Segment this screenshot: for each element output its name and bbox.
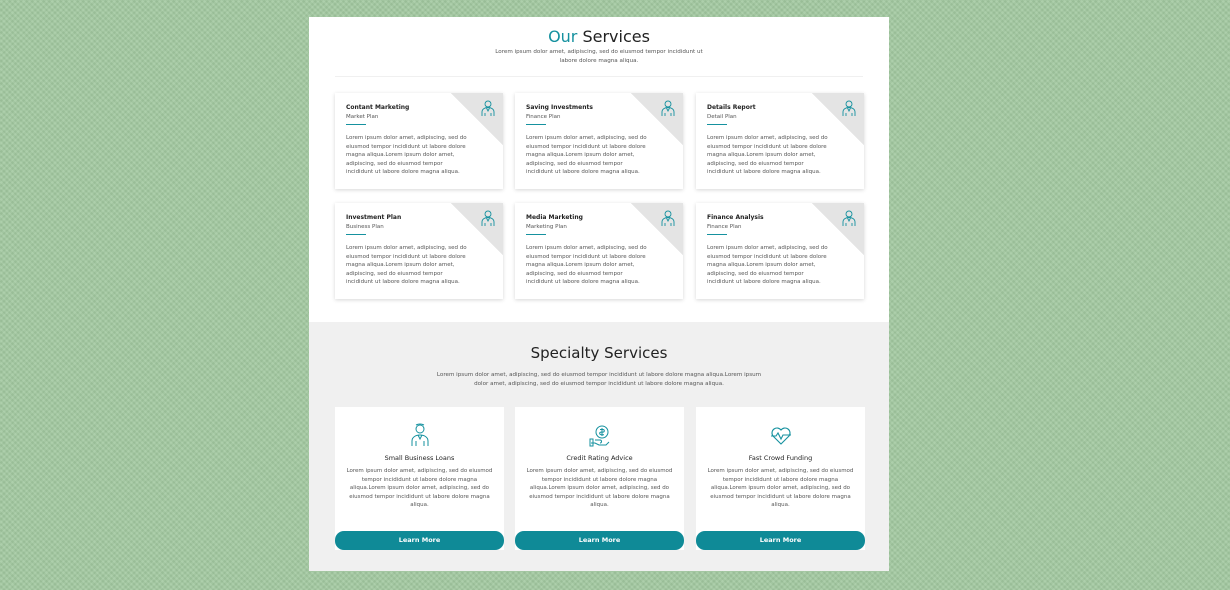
section-divider <box>335 76 863 77</box>
specialty-services-title: Specialty Services <box>530 344 668 362</box>
specialty-card-text: Lorem ipsum dolor amet, adipiscing, sed … <box>707 468 854 509</box>
specialty-card-title: Small Business Loans <box>384 454 455 462</box>
card-accent-line <box>346 234 366 235</box>
specialty-card-text: Lorem ipsum dolor amet, adipiscing, sed … <box>346 468 493 509</box>
card-subtitle: Detail Plan <box>707 114 737 120</box>
description-line-1: Lorem ipsum dolor amet, adipiscing, sed … <box>495 49 703 55</box>
card-text: Lorem ipsum dolor amet, adipiscing, sed … <box>526 245 647 286</box>
card-title: Contant Marketing <box>346 104 410 111</box>
learn-more-button[interactable]: Learn More <box>515 531 684 550</box>
card-accent-line <box>707 234 727 235</box>
specialty-card-text: Lorem ipsum dolor amet, adipiscing, sed … <box>526 468 673 509</box>
card-accent-line <box>346 124 366 125</box>
description-line-2: dolor amet, adipiscing, sed do eiusmod t… <box>474 381 724 387</box>
card-subtitle: Finance Plan <box>526 114 561 120</box>
card-title: Investment Plan <box>346 214 402 221</box>
specialty-services-section: Specialty Services Lorem ipsum dolor ame… <box>309 322 889 571</box>
service-card-finance-analysis[interactable]: Finance Analysis Finance Plan Lorem ipsu… <box>696 203 864 299</box>
card-title: Saving Investments <box>526 104 593 111</box>
service-card-saving-investments[interactable]: Saving Investments Finance Plan Lorem ip… <box>515 93 683 189</box>
title-rest: Services <box>577 27 650 46</box>
service-card-contant-marketing[interactable]: Contant Marketing Market Plan Lorem ipsu… <box>335 93 503 189</box>
service-card-media-marketing[interactable]: Media Marketing Marketing Plan Lorem ips… <box>515 203 683 299</box>
card-accent-line <box>707 124 727 125</box>
card-title: Details Report <box>707 104 756 111</box>
card-subtitle: Business Plan <box>346 224 384 230</box>
card-title: Finance Analysis <box>707 214 764 221</box>
doctor-icon <box>842 100 856 116</box>
service-card-investment-plan[interactable]: Investment Plan Business Plan Lorem ipsu… <box>335 203 503 299</box>
description-line-2: labore dolore magna aliqua. <box>559 58 639 64</box>
our-services-title: Our Services <box>309 27 889 46</box>
specialty-card-title: Fast Crowd Funding <box>748 454 813 462</box>
card-text: Lorem ipsum dolor amet, adipiscing, sed … <box>346 135 467 176</box>
card-text: Lorem ipsum dolor amet, adipiscing, sed … <box>707 135 828 176</box>
card-text: Lorem ipsum dolor amet, adipiscing, sed … <box>707 245 828 286</box>
card-accent-line <box>526 124 546 125</box>
specialty-card-credit-rating-advice: Credit Rating Advice Lorem ipsum dolor a… <box>515 407 684 550</box>
service-card-details-report[interactable]: Details Report Detail Plan Lorem ipsum d… <box>696 93 864 189</box>
page-container: Our Services Lorem ipsum dolor amet, adi… <box>309 17 889 571</box>
title-accent-word: Our <box>548 27 578 46</box>
our-services-section: Our Services Lorem ipsum dolor amet, adi… <box>309 17 889 322</box>
specialty-card-fast-crowd-funding: Fast Crowd Funding Lorem ipsum dolor ame… <box>696 407 865 550</box>
doctor-icon <box>661 210 675 226</box>
doctor-icon <box>661 100 675 116</box>
card-accent-line <box>526 234 546 235</box>
our-services-description: Lorem ipsum dolor amet, adipiscing, sed … <box>449 48 749 66</box>
description-line-1: Lorem ipsum dolor amet, adipiscing, sed … <box>436 372 762 378</box>
doctor-icon <box>411 423 429 446</box>
specialty-card-small-business-loans: Small Business Loans Lorem ipsum dolor a… <box>335 407 504 550</box>
learn-more-button[interactable]: Learn More <box>335 531 504 550</box>
coin-hand-icon <box>589 425 610 447</box>
card-text: Lorem ipsum dolor amet, adipiscing, sed … <box>526 135 647 176</box>
specialty-services-description: Lorem ipsum dolor amet, adipiscing, sed … <box>419 371 779 389</box>
learn-more-button[interactable]: Learn More <box>696 531 865 550</box>
doctor-icon <box>481 210 495 226</box>
card-text: Lorem ipsum dolor amet, adipiscing, sed … <box>346 245 467 286</box>
heart-pulse-icon <box>771 427 791 445</box>
doctor-icon <box>842 210 856 226</box>
card-subtitle: Marketing Plan <box>526 224 567 230</box>
specialty-card-title: Credit Rating Advice <box>566 454 633 462</box>
doctor-icon <box>481 100 495 116</box>
card-subtitle: Market Plan <box>346 114 379 120</box>
card-subtitle: Finance Plan <box>707 224 742 230</box>
card-title: Media Marketing <box>526 214 583 221</box>
